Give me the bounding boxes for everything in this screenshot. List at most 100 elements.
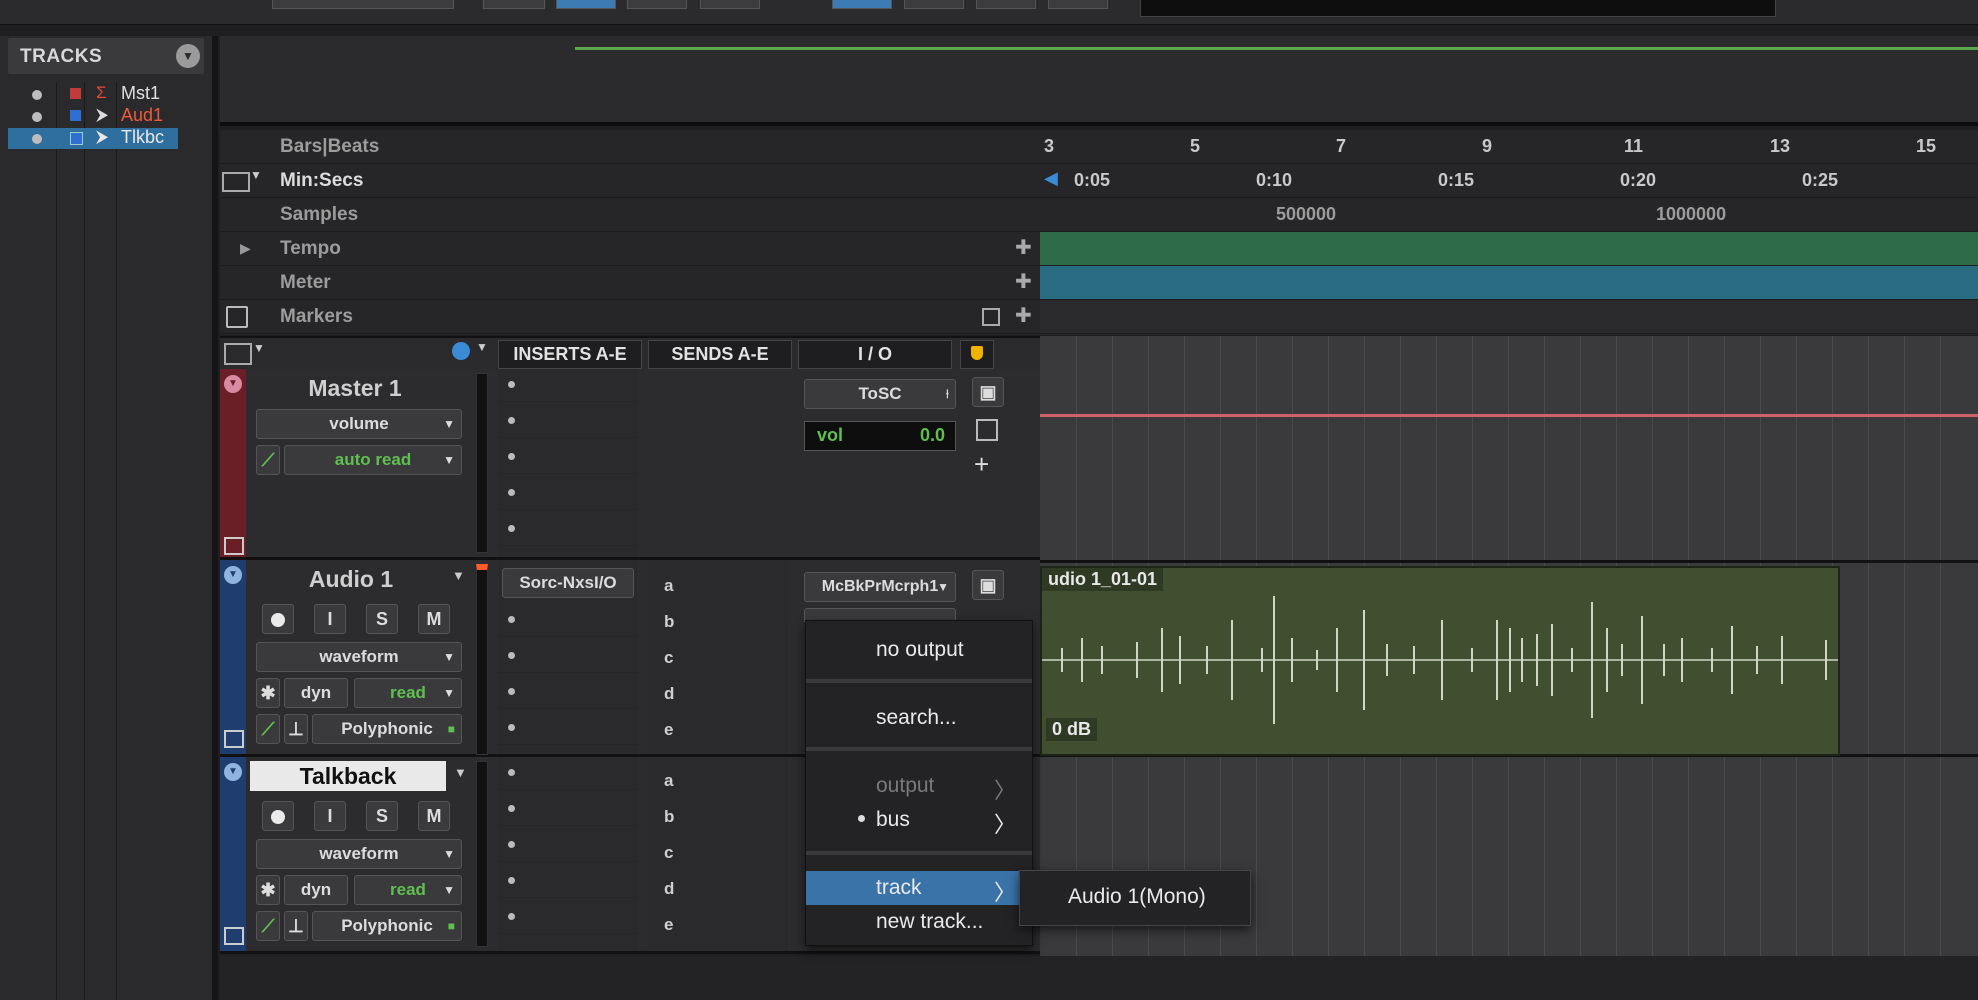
track-color-toggle-icon[interactable] (452, 342, 470, 360)
toolbar-button[interactable] (627, 0, 687, 9)
ruler-tempo[interactable]: ▶ Tempo ✚ (220, 232, 1040, 266)
insert-slot-a[interactable]: Sorc-NxsI/O (502, 568, 634, 598)
send-slot-label[interactable]: e (664, 915, 673, 935)
tracks-menu-button[interactable]: ▼ (176, 44, 200, 68)
send-slot-label[interactable]: d (664, 879, 674, 899)
ruler-min-secs[interactable]: ▼ Min:Secs (220, 164, 1040, 198)
add-marker-icon[interactable]: ✚ (1015, 303, 1032, 328)
menu-item-no-output[interactable]: no output (806, 633, 1032, 667)
send-slot-label[interactable]: b (664, 807, 674, 827)
chevron-down-icon[interactable]: ▼ (452, 568, 465, 583)
ruler-view-icon[interactable] (222, 172, 250, 192)
tempo-lane[interactable] (1040, 232, 1978, 266)
mute-button[interactable]: M (418, 604, 450, 634)
send-slot-label[interactable]: a (664, 771, 673, 791)
track-view-selector[interactable]: volume ▼ (256, 409, 462, 439)
timebase-icon[interactable]: ⊥ (284, 714, 308, 744)
automation-icon[interactable]: ⟋ (256, 714, 280, 744)
chevron-down-icon[interactable]: ▼ (454, 765, 467, 780)
automation-mode-selector[interactable]: read ▼ (354, 678, 462, 708)
solo-button[interactable]: S (366, 604, 398, 634)
add-tempo-icon[interactable]: ✚ (1015, 235, 1032, 260)
toolbar-button[interactable] (1048, 0, 1108, 9)
inserts-header[interactable]: INSERTS A-E (498, 340, 642, 369)
insert-slot[interactable] (498, 901, 638, 934)
ruler-meter[interactable]: Meter ✚ (220, 266, 1040, 300)
track-list-name[interactable]: Tlkbc (121, 127, 164, 148)
insert-slot[interactable] (498, 829, 638, 862)
track-list-item[interactable]: ⮞ Aud1 (8, 105, 178, 127)
track-color-bar[interactable] (220, 369, 246, 557)
track-list-item[interactable]: Σ Mst1 (8, 83, 178, 105)
elastic-mode-selector[interactable]: Polyphonic ■ (312, 911, 462, 941)
input-monitor-button[interactable]: I (314, 801, 346, 831)
record-arm-button[interactable] (262, 604, 294, 634)
visibility-dot[interactable] (32, 112, 42, 122)
track-options-icon[interactable]: ▼ (224, 375, 242, 393)
audio-clip[interactable] (1040, 566, 1840, 756)
automation-mode-selector[interactable]: auto read ▼ (284, 445, 462, 475)
master-track[interactable]: ▼ Master 1 volume ▼ ⟋ auto read ▼ ToSC ⍿ vo… (220, 369, 1040, 560)
track-list-name[interactable]: Aud1 (121, 105, 163, 126)
track-name[interactable]: Master 1 (260, 375, 450, 402)
volume-automation-line[interactable] (1040, 414, 1978, 417)
menu-item-search[interactable]: search... (806, 701, 1032, 735)
volume-display[interactable]: vol 0.0 (804, 421, 956, 451)
track-name-field[interactable]: Talkback (250, 761, 446, 791)
insert-slot[interactable] (498, 405, 638, 438)
markers-list-icon[interactable] (226, 306, 248, 328)
chevron-down-icon[interactable]: ▼ (476, 340, 488, 354)
send-slot-label[interactable]: c (664, 843, 673, 863)
dyn-button[interactable]: dyn (284, 678, 348, 708)
panel-divider[interactable] (212, 36, 218, 1000)
comments-icon[interactable] (976, 419, 998, 441)
automation-mode-selector[interactable]: read ▼ (354, 875, 462, 905)
send-slot-label[interactable]: a (664, 576, 673, 596)
output-window-icon[interactable]: ▣ (972, 377, 1004, 407)
chevron-down-icon[interactable]: ▼ (253, 341, 265, 355)
comments-header[interactable] (960, 340, 994, 369)
track-input-icon[interactable] (224, 927, 244, 945)
elastic-mode-selector[interactable]: Polyphonic ■ (312, 714, 462, 744)
insert-slot[interactable] (498, 369, 638, 402)
markers-lane[interactable] (1040, 300, 1978, 334)
insert-slot[interactable] (498, 757, 638, 790)
add-meter-icon[interactable]: ✚ (1015, 269, 1032, 294)
mute-button[interactable]: M (418, 801, 450, 831)
send-slot-label[interactable]: b (664, 612, 674, 632)
input-selector[interactable]: McBkPrMcrph1 ▼ (804, 572, 956, 602)
toolbar-button[interactable] (904, 0, 964, 9)
track-color-bar[interactable] (220, 560, 246, 754)
input-monitor-button[interactable]: I (314, 604, 346, 634)
sends-header[interactable]: SENDS A-E (648, 340, 792, 369)
insert-slot[interactable] (498, 865, 638, 898)
ruler-bars-beats[interactable]: Bars|Beats (220, 130, 1040, 164)
track-input-icon[interactable] (224, 730, 244, 748)
track-options-icon[interactable]: ▼ (224, 763, 242, 781)
insert-slot[interactable] (498, 640, 638, 673)
timebase-icon[interactable]: ⊥ (284, 911, 308, 941)
column-view-icon[interactable] (224, 343, 252, 365)
bars-beats-timeline[interactable]: 3 5 7 9 11 13 15 (1040, 130, 1978, 164)
track-name[interactable]: Talkback (250, 763, 446, 790)
ruler-samples[interactable]: Samples (220, 198, 1040, 232)
toolbar-button[interactable] (976, 0, 1036, 9)
insert-slot[interactable] (498, 793, 638, 826)
dyn-button[interactable]: dyn (284, 875, 348, 905)
send-slot-label[interactable]: d (664, 684, 674, 704)
track-view-selector[interactable]: waveform ▼ (256, 642, 462, 672)
toolbar-button-active[interactable] (832, 0, 892, 9)
send-slot-label[interactable]: c (664, 648, 673, 668)
insert-slot[interactable] (498, 712, 638, 745)
track-options-icon[interactable]: ▼ (224, 566, 242, 584)
track-name[interactable]: Audio 1 (256, 566, 446, 593)
send-slot-label[interactable]: e (664, 720, 673, 740)
menu-item-track[interactable]: track 〉 (806, 871, 1032, 905)
chevron-down-icon[interactable]: ▼ (250, 168, 262, 182)
asterisk-icon[interactable]: ✱ (256, 875, 280, 905)
expand-triangle-icon[interactable]: ▶ (240, 240, 251, 257)
toolbar-button-group[interactable] (272, 0, 454, 9)
clip-gain-label[interactable]: 0 dB (1046, 718, 1098, 741)
insert-slot[interactable] (498, 604, 638, 637)
asterisk-icon[interactable]: ✱ (256, 678, 280, 708)
